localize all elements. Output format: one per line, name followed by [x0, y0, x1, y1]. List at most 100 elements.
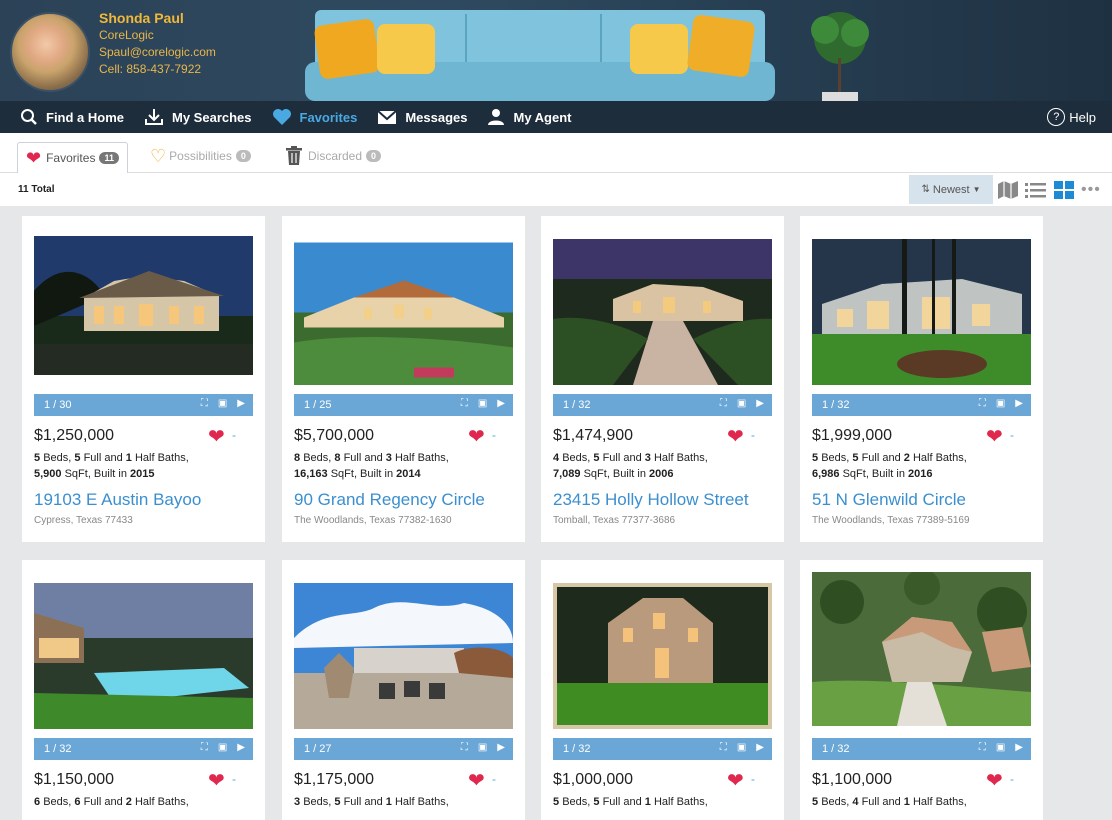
gallery-icon[interactable]: ▣	[737, 742, 746, 753]
listing-specs: 8 Beds, 8 Full and 3 Half Baths, 16,163 …	[294, 452, 449, 480]
help-label: Help	[1069, 109, 1096, 125]
tab-possibilities[interactable]: ♡ Possibilities 0	[150, 143, 251, 169]
play-icon[interactable]: ▶	[756, 742, 764, 753]
favorite-menu-toggle[interactable]: -	[232, 772, 236, 786]
help-link[interactable]: ? Help	[1047, 101, 1096, 133]
favorite-menu-toggle[interactable]: -	[492, 772, 496, 786]
tab-count-badge: 0	[366, 150, 382, 162]
sort-icon: ⇅	[921, 184, 930, 195]
listing-card[interactable]: 1 / 32 ⛶ ▣ ▶ $1,100,000 ❤ - 5 Beds, 4 Full…	[800, 560, 1043, 820]
agent-email[interactable]: Spaul@corelogic.com	[99, 44, 216, 61]
photo-nav-bar: 1 / 27 ⛶ ▣ ▶	[294, 738, 513, 760]
map-view-icon[interactable]	[997, 180, 1019, 200]
view-toggle: •••	[997, 175, 1101, 204]
listing-card[interactable]: 1 / 32 ⛶ ▣ ▶ $1,474,900 ❤ - 4 Beds, 5 Full…	[541, 216, 784, 542]
agent-avatar[interactable]	[10, 12, 90, 92]
fullscreen-icon[interactable]: ⛶	[720, 742, 727, 753]
favorite-menu-toggle[interactable]: -	[751, 772, 755, 786]
listing-price: $1,175,000	[294, 771, 375, 788]
play-icon[interactable]: ▶	[1015, 742, 1023, 753]
play-icon[interactable]: ▶	[497, 398, 505, 409]
listing-card[interactable]: 1 / 32 ⛶ ▣ ▶ $1,999,000 ❤ - 5 Beds, 5 Full…	[800, 216, 1043, 542]
favorite-heart-icon[interactable]: ❤	[468, 768, 485, 793]
favorite-heart-icon[interactable]: ❤	[986, 768, 1003, 793]
listing-photo[interactable]	[294, 239, 513, 385]
gallery-icon[interactable]: ▣	[996, 398, 1005, 409]
play-icon[interactable]: ▶	[497, 742, 505, 753]
play-icon[interactable]: ▶	[1015, 398, 1023, 409]
nav-label: Messages	[405, 109, 468, 125]
listing-card[interactable]: 1 / 32 ⛶ ▣ ▶ $1,000,000 ❤ - 5 Beds, 5 Full…	[541, 560, 784, 820]
favorite-menu-toggle[interactable]: -	[751, 428, 755, 442]
gallery-icon[interactable]: ▣	[478, 398, 487, 409]
favorite-heart-icon[interactable]: ❤	[468, 424, 485, 449]
play-icon[interactable]: ▶	[237, 398, 245, 409]
fullscreen-icon[interactable]: ⛶	[461, 742, 468, 753]
listing-address[interactable]: 23415 Holly Hollow Street	[553, 490, 749, 510]
listing-card[interactable]: 1 / 27 ⛶ ▣ ▶ $1,175,000 ❤ - 3 Beds, 5 Full…	[282, 560, 525, 820]
listing-specs: 5 Beds, 5 Full and 1 Half Baths, 5,900 S…	[34, 452, 189, 480]
grid-view-icon[interactable]	[1053, 180, 1075, 200]
listing-photo[interactable]	[812, 239, 1031, 385]
sort-label: Newest	[932, 183, 970, 196]
nav-my-searches[interactable]: My Searches	[144, 101, 252, 133]
nav-messages[interactable]: Messages	[377, 101, 467, 133]
favorite-heart-icon[interactable]: ❤	[727, 424, 744, 449]
photo-nav-bar: 1 / 32 ⛶ ▣ ▶	[553, 394, 772, 416]
sort-dropdown[interactable]: ⇅ Newest ▼	[909, 175, 993, 204]
fullscreen-icon[interactable]: ⛶	[979, 398, 986, 409]
listing-city: Tomball, Texas 77377-3686	[553, 515, 676, 526]
favorite-menu-toggle[interactable]: -	[492, 428, 496, 442]
listing-address[interactable]: 51 N Glenwild Circle	[812, 490, 966, 510]
listing-photo[interactable]	[553, 583, 772, 729]
listing-photo[interactable]	[812, 572, 1031, 726]
tab-label: Favorites	[46, 151, 96, 165]
play-icon[interactable]: ▶	[756, 398, 764, 409]
photo-counter: 1 / 32	[44, 743, 72, 755]
fullscreen-icon[interactable]: ⛶	[201, 398, 208, 409]
favorites-tabs: ❤ Favorites 11 ♡ Possibilities 0 Discard…	[0, 133, 1112, 173]
photo-counter: 1 / 32	[563, 399, 591, 411]
listing-card[interactable]: 1 / 25 ⛶ ▣ ▶ $5,700,000 ❤ - 8 Beds, 8 Full…	[282, 216, 525, 542]
favorite-menu-toggle[interactable]: -	[232, 428, 236, 442]
chevron-down-icon: ▼	[972, 185, 981, 194]
listing-address[interactable]: 90 Grand Regency Circle	[294, 490, 485, 510]
nav-favorites[interactable]: Favorites	[272, 101, 357, 133]
listing-photo[interactable]	[34, 583, 253, 729]
tab-label: Possibilities	[169, 149, 232, 163]
listing-price: $1,250,000	[34, 427, 115, 444]
fullscreen-icon[interactable]: ⛶	[979, 742, 986, 753]
listing-photo[interactable]	[34, 236, 253, 375]
favorite-menu-toggle[interactable]: -	[1010, 772, 1014, 786]
gallery-icon[interactable]: ▣	[478, 742, 487, 753]
favorite-heart-icon[interactable]: ❤	[208, 424, 225, 449]
tab-discarded[interactable]: Discarded 0	[285, 143, 382, 169]
favorite-heart-icon[interactable]: ❤	[727, 768, 744, 793]
gallery-icon[interactable]: ▣	[996, 742, 1005, 753]
nav-find-a-home[interactable]: Find a Home	[20, 101, 124, 133]
list-view-icon[interactable]	[1024, 180, 1048, 200]
listing-price: $1,474,900	[553, 427, 634, 444]
photo-nav-bar: 1 / 32 ⛶ ▣ ▶	[34, 738, 253, 760]
search-icon	[21, 109, 37, 125]
gallery-icon[interactable]: ▣	[218, 398, 227, 409]
listing-card[interactable]: 1 / 30 ⛶ ▣ ▶ $1,250,000 ❤ - 5 Beds, 5 Full…	[22, 216, 265, 542]
nav-my-agent[interactable]: My Agent	[487, 101, 572, 133]
listing-photo[interactable]	[553, 239, 772, 385]
favorite-heart-icon[interactable]: ❤	[208, 768, 225, 793]
more-options-icon[interactable]: •••	[1081, 181, 1101, 199]
fullscreen-icon[interactable]: ⛶	[720, 398, 727, 409]
fullscreen-icon[interactable]: ⛶	[201, 742, 208, 753]
gallery-icon[interactable]: ▣	[737, 398, 746, 409]
gallery-icon[interactable]: ▣	[218, 742, 227, 753]
fullscreen-icon[interactable]: ⛶	[461, 398, 468, 409]
play-icon[interactable]: ▶	[237, 742, 245, 753]
favorite-menu-toggle[interactable]: -	[1010, 428, 1014, 442]
tab-favorites[interactable]: ❤ Favorites 11	[17, 142, 128, 173]
listing-address[interactable]: 19103 E Austin Bayoo	[34, 490, 201, 510]
listing-photo[interactable]	[294, 583, 513, 729]
listing-card[interactable]: 1 / 32 ⛶ ▣ ▶ $1,150,000 ❤ - 6 Beds, 6 Full…	[22, 560, 265, 820]
photo-counter: 1 / 32	[822, 743, 850, 755]
agent-name: Shonda Paul	[99, 10, 184, 26]
favorite-heart-icon[interactable]: ❤	[986, 424, 1003, 449]
